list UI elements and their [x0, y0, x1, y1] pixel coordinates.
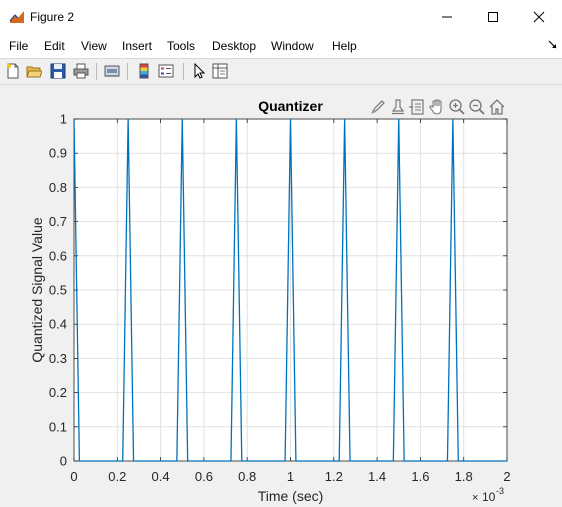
close-button[interactable] [516, 0, 562, 34]
new-figure-icon[interactable] [5, 63, 21, 79]
menu-help[interactable]: Help [332, 39, 357, 53]
menu-edit[interactable]: Edit [44, 39, 65, 53]
zoom-out-icon[interactable] [468, 98, 486, 116]
menu-file[interactable]: File [9, 39, 28, 53]
open-file-icon[interactable] [26, 63, 42, 79]
zoom-in-icon[interactable] [448, 98, 466, 116]
figure-toolbar [0, 59, 562, 85]
menu-window[interactable]: Window [271, 39, 314, 53]
minimize-button[interactable] [424, 0, 470, 34]
maximize-icon [488, 12, 498, 22]
menu-insert[interactable]: Insert [122, 39, 152, 53]
toolbar-separator [96, 63, 97, 80]
data-tips-icon[interactable] [389, 98, 407, 116]
toolbar-separator [127, 63, 128, 80]
save-icon[interactable] [50, 63, 66, 79]
close-icon [533, 11, 545, 23]
brush-icon[interactable] [369, 98, 387, 116]
home-icon[interactable] [488, 98, 506, 116]
menu-tools[interactable]: Tools [167, 39, 195, 53]
toolbar-separator [183, 63, 184, 80]
restore-view-icon[interactable] [408, 98, 426, 116]
property-inspector-icon[interactable] [212, 63, 228, 79]
print-icon[interactable] [73, 63, 89, 79]
menu-view[interactable]: View [81, 39, 107, 53]
dock-arrow-icon[interactable] [548, 40, 558, 50]
figure-canvas [0, 85, 562, 507]
matlab-figure-icon [9, 11, 24, 23]
window-titlebar: Figure 2 [0, 0, 562, 34]
maximize-button[interactable] [470, 0, 516, 34]
colorbar-icon[interactable] [136, 63, 152, 79]
legend-icon[interactable] [158, 63, 174, 79]
minimize-icon [442, 16, 452, 18]
link-plot-icon[interactable] [104, 63, 120, 79]
pan-icon[interactable] [428, 98, 446, 116]
window-title: Figure 2 [30, 10, 75, 24]
menu-bar: File Edit View Insert Tools Desktop Wind… [0, 34, 562, 58]
edit-plot-icon[interactable] [191, 63, 207, 79]
menu-desktop[interactable]: Desktop [212, 39, 256, 53]
